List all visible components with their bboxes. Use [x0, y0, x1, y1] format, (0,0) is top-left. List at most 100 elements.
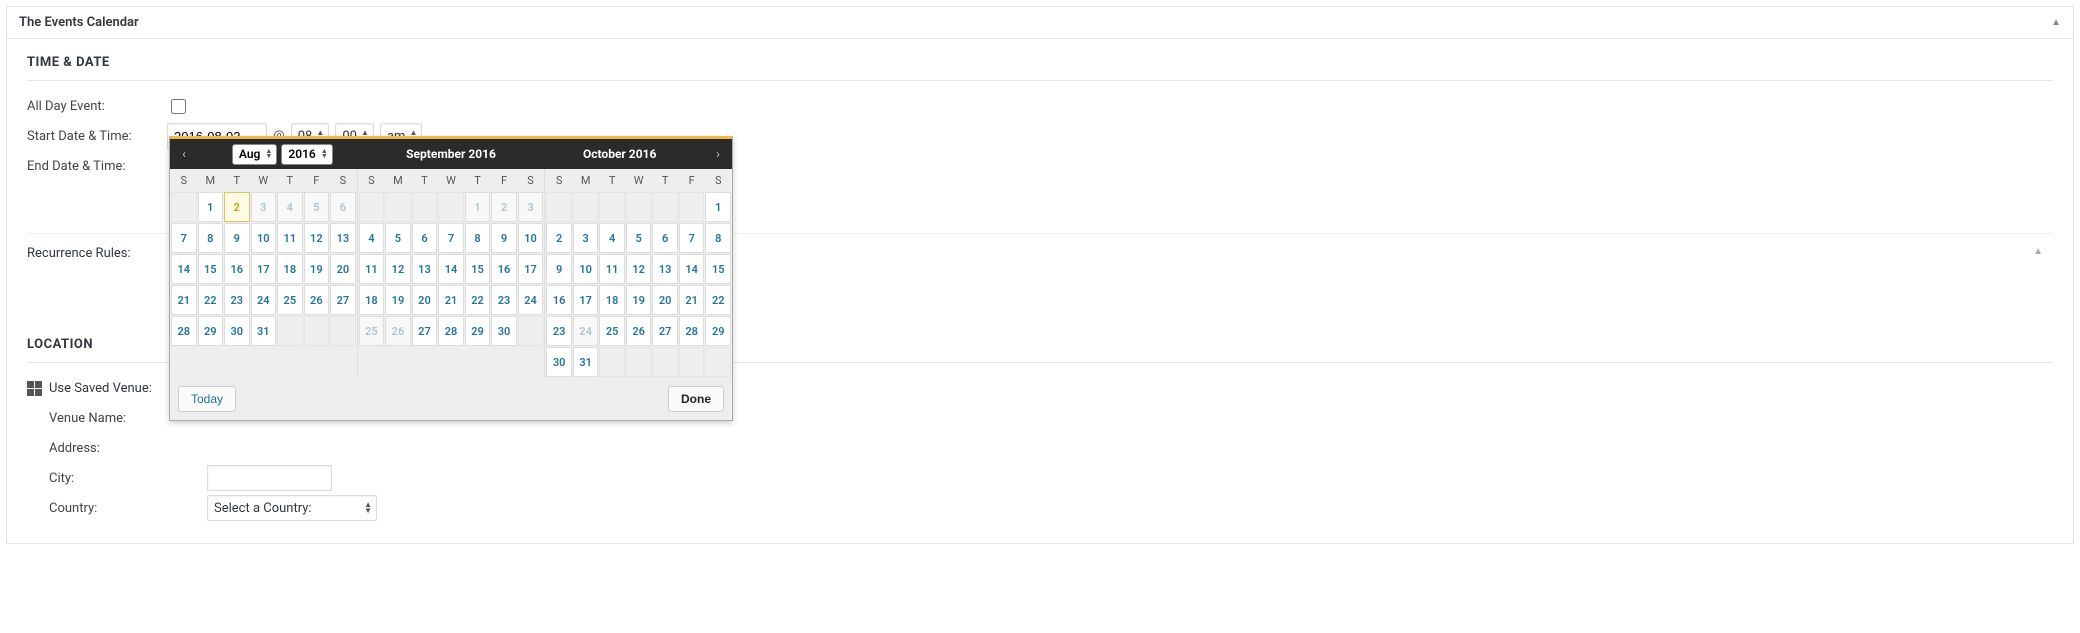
calendar-day[interactable]: 23 [546, 316, 572, 346]
year-select[interactable]: 2016 ▲▼ [281, 144, 332, 165]
calendar-day[interactable]: 23 [491, 285, 517, 315]
calendar-day[interactable]: 17 [518, 254, 544, 284]
calendar-day[interactable]: 28 [679, 316, 705, 346]
calendar-day[interactable]: 5 [385, 223, 411, 253]
calendar-day[interactable]: 28 [438, 316, 464, 346]
calendar-day[interactable]: 9 [224, 223, 250, 253]
calendar-day[interactable]: 4 [599, 223, 625, 253]
calendar-day[interactable]: 17 [251, 254, 277, 284]
calendar-day[interactable]: 10 [518, 223, 544, 253]
calendar-day[interactable]: 16 [224, 254, 250, 284]
calendar-day[interactable]: 24 [251, 285, 277, 315]
calendar-day[interactable]: 10 [251, 223, 277, 253]
calendar-day[interactable]: 18 [599, 285, 625, 315]
calendar-day[interactable]: 19 [304, 254, 330, 284]
calendar-day[interactable]: 5 [626, 223, 652, 253]
calendar-day[interactable]: 30 [491, 316, 517, 346]
calendar-day[interactable]: 21 [438, 285, 464, 315]
all-day-checkbox[interactable] [171, 99, 186, 114]
prev-month-button[interactable]: ‹ [170, 139, 198, 169]
calendar-day[interactable]: 19 [385, 285, 411, 315]
calendar-day[interactable]: 1 [465, 192, 491, 222]
calendar-day[interactable]: 8 [465, 223, 491, 253]
today-button[interactable]: Today [178, 386, 236, 412]
calendar-day[interactable]: 3 [251, 192, 277, 222]
calendar-day[interactable]: 18 [359, 285, 385, 315]
collapse-icon[interactable]: ▲ [2051, 17, 2061, 28]
calendar-day[interactable]: 31 [251, 316, 277, 346]
next-month-button[interactable]: › [704, 139, 732, 169]
calendar-day[interactable]: 11 [359, 254, 385, 284]
calendar-day[interactable]: 8 [198, 223, 224, 253]
calendar-day[interactable]: 21 [171, 285, 197, 315]
calendar-day[interactable]: 17 [573, 285, 599, 315]
calendar-day[interactable]: 1 [198, 192, 224, 222]
calendar-day[interactable]: 27 [330, 285, 356, 315]
calendar-day[interactable]: 2 [224, 192, 250, 222]
calendar-day[interactable]: 25 [359, 316, 385, 346]
calendar-day[interactable]: 15 [198, 254, 224, 284]
calendar-day[interactable]: 14 [679, 254, 705, 284]
calendar-day[interactable]: 11 [599, 254, 625, 284]
calendar-day[interactable]: 28 [171, 316, 197, 346]
calendar-day[interactable]: 9 [491, 223, 517, 253]
calendar-day[interactable]: 13 [652, 254, 678, 284]
country-select[interactable]: Select a Country: ▲▼ [207, 495, 377, 521]
done-button[interactable]: Done [668, 386, 724, 412]
calendar-day[interactable]: 31 [573, 347, 599, 377]
calendar-day[interactable]: 1 [705, 192, 731, 222]
calendar-day[interactable]: 29 [198, 316, 224, 346]
month-select[interactable]: Aug ▲▼ [232, 144, 277, 165]
calendar-day[interactable]: 9 [546, 254, 572, 284]
calendar-day[interactable]: 13 [412, 254, 438, 284]
calendar-day[interactable]: 18 [277, 254, 303, 284]
calendar-day[interactable]: 14 [438, 254, 464, 284]
calendar-day[interactable]: 21 [679, 285, 705, 315]
calendar-day[interactable]: 4 [277, 192, 303, 222]
calendar-day[interactable]: 22 [465, 285, 491, 315]
calendar-day[interactable]: 24 [573, 316, 599, 346]
calendar-day[interactable]: 29 [465, 316, 491, 346]
calendar-day[interactable]: 30 [224, 316, 250, 346]
calendar-day[interactable]: 30 [546, 347, 572, 377]
calendar-day[interactable]: 20 [330, 254, 356, 284]
calendar-day[interactable]: 3 [573, 223, 599, 253]
city-input[interactable] [207, 465, 332, 491]
calendar-day[interactable]: 2 [491, 192, 517, 222]
calendar-day[interactable]: 6 [412, 223, 438, 253]
calendar-day[interactable]: 22 [198, 285, 224, 315]
calendar-day[interactable]: 2 [546, 223, 572, 253]
calendar-day[interactable]: 24 [518, 285, 544, 315]
calendar-day[interactable]: 7 [679, 223, 705, 253]
calendar-day[interactable]: 13 [330, 223, 356, 253]
calendar-day[interactable]: 25 [599, 316, 625, 346]
calendar-day[interactable]: 12 [626, 254, 652, 284]
calendar-day[interactable]: 7 [171, 223, 197, 253]
calendar-day[interactable]: 23 [224, 285, 250, 315]
calendar-day[interactable]: 26 [385, 316, 411, 346]
calendar-day[interactable]: 25 [277, 285, 303, 315]
calendar-day[interactable]: 14 [171, 254, 197, 284]
calendar-day[interactable]: 8 [705, 223, 731, 253]
calendar-day[interactable]: 6 [330, 192, 356, 222]
calendar-day[interactable]: 15 [465, 254, 491, 284]
calendar-day[interactable]: 26 [626, 316, 652, 346]
calendar-day[interactable]: 19 [626, 285, 652, 315]
calendar-day[interactable]: 16 [491, 254, 517, 284]
calendar-day[interactable]: 5 [304, 192, 330, 222]
calendar-day[interactable]: 7 [438, 223, 464, 253]
calendar-day[interactable]: 29 [705, 316, 731, 346]
calendar-day[interactable]: 27 [412, 316, 438, 346]
calendar-day[interactable]: 4 [359, 223, 385, 253]
calendar-day[interactable]: 20 [652, 285, 678, 315]
calendar-day[interactable]: 12 [304, 223, 330, 253]
calendar-day[interactable]: 27 [652, 316, 678, 346]
grid-icon[interactable] [27, 381, 42, 396]
calendar-day[interactable]: 10 [573, 254, 599, 284]
calendar-day[interactable]: 22 [705, 285, 731, 315]
calendar-day[interactable]: 16 [546, 285, 572, 315]
calendar-day[interactable]: 12 [385, 254, 411, 284]
calendar-day[interactable]: 15 [705, 254, 731, 284]
calendar-day[interactable]: 6 [652, 223, 678, 253]
calendar-day[interactable]: 20 [412, 285, 438, 315]
